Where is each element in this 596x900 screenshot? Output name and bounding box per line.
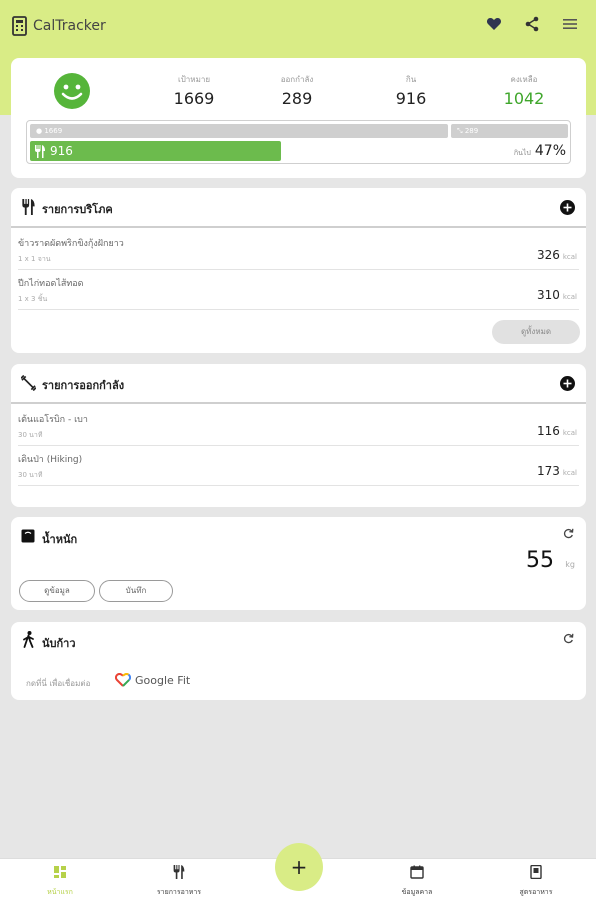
nav-calorie-info[interactable]: ข้อมูลคาล (367, 865, 467, 898)
stat-remaining-value: 1042 (503, 89, 545, 108)
meal-row[interactable]: ข้าวราดผัดพริกขิงกุ้งฝักยาว 1 x 1 จาน 32… (18, 230, 579, 270)
meal-row[interactable]: ปีกไก่ทอดไส้ทอด 1 x 3 ชิ้น 310 kcal (18, 270, 579, 310)
weight-unit: kg (565, 560, 575, 569)
google-fit-icon (115, 673, 131, 687)
app-title: CalTracker (33, 18, 106, 34)
exercise-kcal: 173 kcal (537, 464, 577, 478)
nav-home[interactable]: หน้าแรก (10, 865, 110, 898)
stat-eaten: กิน 916 (366, 73, 456, 108)
exercise-kcal: 116 kcal (537, 424, 577, 438)
steps-card: นับก้าว กดที่นี่ เพื่อเชื่อมต่อ Google F… (11, 622, 586, 700)
stat-exercise-label: ออกกำลัง (280, 75, 314, 84)
refresh-icon[interactable] (563, 528, 574, 539)
meal-kcal: 326 kcal (537, 248, 577, 262)
exercise-duration: 30 นาที (18, 431, 43, 439)
stat-exercise: ออกกำลัง 289 (252, 73, 342, 108)
meal-qty: 1 x 3 ชิ้น (18, 295, 48, 303)
dashboard-icon (54, 866, 66, 878)
summary-card: เป้าหมาย 1669 ออกกำลัง 289 กิน 916 คงเหล… (11, 58, 586, 178)
fork-knife-icon (22, 199, 35, 215)
connect-hint[interactable]: กดที่นี่ เพื่อเชื่อมต่อ (26, 677, 90, 690)
weight-card: น้ำหนัก 55 kg ดูข้อมูล บันทึก (11, 517, 586, 610)
app-actions (486, 16, 578, 32)
eaten-percent-value: 47% (534, 143, 566, 159)
smiley-icon (54, 73, 90, 109)
nav-food-list[interactable]: รายการอาหาร (129, 865, 229, 898)
scale-icon (21, 529, 35, 543)
exercise-card: รายการออกกำลัง เต้นแอโรบิก - เบา 30 นาที… (11, 364, 586, 507)
recipe-book-icon (530, 865, 542, 879)
exercise-name: เดินป่า (Hiking) (18, 455, 83, 465)
nav-home-label: หน้าแรก (47, 888, 73, 896)
exercise-row[interactable]: เดินป่า (Hiking) 30 นาที 173 kcal (18, 446, 579, 486)
brand: CalTracker (12, 16, 106, 36)
stat-eaten-value: 916 (395, 89, 427, 108)
exercise-kcal-unit: kcal (562, 429, 577, 437)
nav-recipes[interactable]: สูตรอาหาร (486, 865, 586, 898)
add-fab-button[interactable]: + (275, 843, 323, 891)
google-fit-label: Google Fit (135, 673, 191, 687)
meals-header: รายการบริโภค (11, 188, 586, 228)
stat-remaining: คงเหลือ 1042 (479, 73, 569, 108)
nav-calorie-info-label: ข้อมูลคาล (401, 888, 433, 896)
exercise-duration: 30 นาที (18, 471, 43, 479)
see-all-button[interactable]: ดูทั้งหมด (492, 320, 580, 344)
share-icon[interactable] (524, 16, 540, 32)
meal-kcal-unit: kcal (562, 293, 577, 301)
weight-title: น้ำหนัก (42, 533, 78, 546)
meal-kcal-value: 310 (536, 288, 560, 302)
exercise-icon: ⤡ (457, 127, 463, 135)
exercise-title: รายการออกกำลัง (42, 379, 125, 392)
stat-goal-label: เป้าหมาย (177, 75, 211, 84)
meal-kcal-unit: kcal (562, 253, 577, 261)
exercise-icon (21, 375, 36, 391)
exercise-bar-label: 289 (464, 127, 479, 135)
menu-icon[interactable] (562, 16, 578, 32)
meal-qty: 1 x 1 จาน (18, 255, 51, 263)
exercise-header: รายการออกกำลัง (11, 364, 586, 404)
eaten-bar: 916 (30, 141, 281, 161)
exercise-kcal-value: 116 (536, 424, 560, 438)
stat-goal-value: 1669 (173, 89, 215, 108)
meal-name: ข้าวราดผัดพริกขิงกุ้งฝักยาว (18, 239, 124, 249)
stat-exercise-value: 289 (281, 89, 313, 108)
heart-icon[interactable] (486, 16, 502, 32)
add-exercise-icon[interactable] (560, 376, 575, 391)
meal-name: ปีกไก่ทอดไส้ทอด (18, 279, 84, 289)
fork-knife-icon (35, 144, 45, 158)
meal-kcal: 310 kcal (537, 288, 577, 302)
nav-food-list-label: รายการอาหาร (156, 888, 202, 896)
calculator-icon (12, 16, 27, 36)
refresh-icon[interactable] (563, 633, 574, 644)
eaten-bar-label: 916 (50, 144, 73, 158)
goal-bar-label: 1669 (44, 127, 63, 135)
calendar-icon (410, 865, 424, 879)
exercise-name: เต้นแอโรบิก - เบา (18, 415, 88, 425)
steps-title: นับก้าว (42, 637, 76, 650)
stat-remaining-label: คงเหลือ (510, 75, 538, 84)
nav-recipes-label: สูตรอาหาร (519, 888, 553, 896)
calorie-progress: ● 1669 ⤡ 289 916 กินไป 47% (26, 120, 571, 164)
meals-title: รายการบริโภค (42, 203, 113, 216)
meals-card: รายการบริโภค ข้าวราดผัดพริกขิงกุ้งฝักยาว… (11, 188, 586, 353)
add-meal-icon[interactable] (560, 200, 575, 215)
record-weight-button[interactable]: บันทึก (99, 580, 173, 602)
google-fit-link[interactable]: Google Fit (115, 673, 190, 687)
exercise-kcal-value: 173 (536, 464, 560, 478)
goal-bar: ● 1669 (30, 124, 448, 138)
stat-goal: เป้าหมาย 1669 (149, 73, 239, 108)
weight-value: 55 (526, 548, 554, 573)
view-weight-button[interactable]: ดูข้อมูล (19, 580, 95, 602)
exercise-bar: ⤡ 289 (451, 124, 568, 138)
exercise-kcal-unit: kcal (562, 469, 577, 477)
walking-icon (23, 631, 34, 648)
apple-icon: ● (36, 127, 43, 135)
meal-kcal-value: 326 (536, 248, 560, 262)
stat-eaten-label: กิน (405, 75, 417, 84)
fork-knife-icon (173, 865, 185, 879)
eaten-percent-prefix: กินไป (513, 149, 531, 157)
eaten-percent: กินไป 47% (514, 143, 566, 159)
exercise-row[interactable]: เต้นแอโรบิก - เบา 30 นาที 116 kcal (18, 406, 579, 446)
